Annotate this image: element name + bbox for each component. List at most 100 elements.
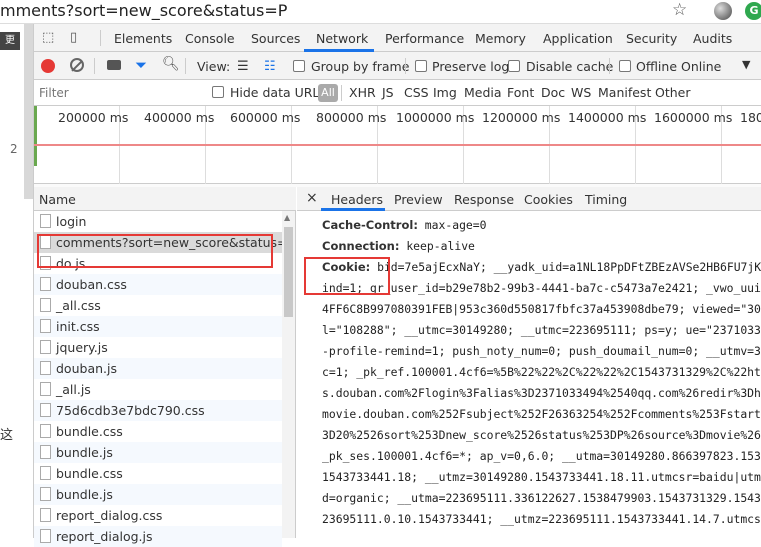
cookie-value-line: 3D20%2526sort%253Dnew_score%2526status%2… (322, 428, 761, 442)
filter-media[interactable]: Media (464, 85, 502, 100)
request-name: init.css (56, 319, 100, 334)
filter-doc[interactable]: Doc (541, 85, 565, 100)
tab-memory[interactable]: Memory (475, 31, 526, 46)
filter-input[interactable] (37, 83, 202, 103)
devtools-tabbar: ⬚ ▯ Elements Console Sources Network Per… (34, 24, 761, 52)
divider (405, 58, 406, 74)
tab-network[interactable]: Network (316, 31, 368, 46)
overview-waterfall-icon[interactable]: ☷ (264, 59, 276, 74)
file-icon (40, 319, 51, 333)
request-name: report_dialog.css (56, 508, 163, 523)
file-icon (40, 340, 51, 354)
file-icon (40, 445, 51, 459)
timeline-overview[interactable]: 200000 ms 400000 ms 600000 ms 800000 ms … (34, 106, 761, 184)
view-label: View: (197, 59, 231, 74)
device-toggle-icon[interactable]: ▯ (70, 30, 77, 45)
request-row[interactable]: 75d6cdb3e7bdc790.css (34, 400, 282, 421)
filter-other[interactable]: Other (655, 85, 691, 100)
tab-headers[interactable]: Headers (331, 192, 383, 207)
throttling-select[interactable]: Online (681, 59, 721, 74)
screenshot-camera-icon[interactable] (107, 60, 121, 70)
request-name: _all.css (56, 298, 101, 313)
name-column-header[interactable]: Name (34, 187, 296, 211)
large-rows-icon[interactable]: ☰ (237, 59, 249, 74)
request-name: bundle.js (56, 445, 113, 460)
file-icon (40, 361, 51, 375)
filter-css[interactable]: CSS (404, 85, 429, 100)
tab-cookies[interactable]: Cookies (524, 192, 573, 207)
request-row[interactable]: jquery.js (34, 337, 282, 358)
filter-all-button[interactable]: All (318, 84, 338, 102)
tab-response[interactable]: Response (454, 192, 514, 207)
record-icon[interactable] (41, 59, 55, 73)
filter-font[interactable]: Font (507, 85, 534, 100)
cookie-value-line: -profile-remind=1; push_noty_num=0; push… (322, 344, 761, 358)
filter-manifest[interactable]: Manifest (598, 85, 651, 100)
url-text[interactable]: mments?sort=new_score&status=P (0, 1, 287, 20)
timeline-tick-label: 400000 ms (144, 110, 215, 125)
cookie-value-line: c=1; _pk_ref.100001.4cf6=%5B%22%22%2C%22… (322, 365, 761, 379)
preserve-log-checkbox[interactable] (415, 60, 427, 72)
cookie-value-line: d=organic; __utma=223695111.336122627.15… (322, 491, 761, 505)
address-bar[interactable]: mments?sort=new_score&status=P ☆ G (0, 0, 761, 24)
extension-green-icon[interactable]: G (745, 2, 761, 20)
tab-console[interactable]: Console (185, 31, 235, 46)
file-icon (40, 403, 51, 417)
request-row[interactable]: bundle.css (34, 463, 282, 484)
file-icon (40, 382, 51, 396)
tab-timing[interactable]: Timing (585, 192, 627, 207)
filter-xhr[interactable]: XHR (349, 85, 376, 100)
scrollbar-thumb[interactable] (284, 227, 293, 317)
request-row[interactable]: bundle.css (34, 421, 282, 442)
timeline-tick-label: 1800 (740, 110, 761, 125)
filter-ws[interactable]: WS (571, 85, 591, 100)
disable-cache-checkbox[interactable] (508, 60, 520, 72)
timeline-tick-label: 1400000 ms (568, 110, 647, 125)
page-scrollbar[interactable] (24, 24, 33, 199)
tab-preview[interactable]: Preview (394, 192, 443, 207)
offline-checkbox[interactable] (619, 60, 631, 72)
inspect-element-icon[interactable]: ⬚ (42, 30, 54, 45)
request-row[interactable]: report_dialog.css (34, 505, 282, 526)
name-header-label: Name (39, 192, 76, 207)
request-row[interactable]: report_dialog.js (34, 526, 282, 547)
request-row[interactable]: init.css (34, 316, 282, 337)
tab-performance[interactable]: Performance (385, 31, 464, 46)
hide-data-urls-checkbox[interactable] (212, 86, 224, 98)
search-icon[interactable]: 🔍︎ (162, 56, 180, 72)
request-row[interactable]: douban.css (34, 274, 282, 295)
request-row[interactable]: bundle.js (34, 484, 282, 505)
tab-application[interactable]: Application (543, 31, 613, 46)
filter-funnel-icon[interactable]: ⏷ (135, 56, 147, 74)
cookie-value-line: 23695111.0.10.1543733441; __utmz=2236951… (322, 512, 761, 526)
request-list-scrollbar[interactable]: ▲ (282, 211, 295, 538)
extension-icon[interactable] (714, 2, 732, 20)
request-row[interactable]: login (34, 211, 282, 232)
request-name: douban.js (56, 361, 117, 376)
filter-img[interactable]: Img (433, 85, 457, 100)
request-row[interactable]: bundle.js (34, 442, 282, 463)
clear-icon[interactable] (70, 58, 84, 72)
tab-security[interactable]: Security (626, 31, 677, 46)
request-name: report_dialog.js (56, 529, 153, 544)
timeline-tick-label: 800000 ms (316, 110, 387, 125)
cookie-value-line: s.douban.com%2Flogin%3Falias%3D237103349… (322, 386, 761, 400)
tab-sources[interactable]: Sources (251, 31, 300, 46)
filter-bar: Hide data URLs All XHR JS CSS Img Media … (34, 80, 761, 106)
chevron-down-icon[interactable]: ▼ (742, 58, 750, 71)
request-row[interactable]: _all.js (34, 379, 282, 400)
scroll-up-icon[interactable]: ▲ (284, 213, 290, 222)
timeline-tick-label: 1600000 ms (654, 110, 733, 125)
filter-js[interactable]: JS (382, 85, 394, 100)
request-row[interactable]: _all.css (34, 295, 282, 316)
request-row[interactable]: douban.js (34, 358, 282, 379)
bookmark-star-icon[interactable]: ☆ (672, 0, 687, 20)
header-value: keep-alive (399, 239, 475, 253)
tab-elements[interactable]: Elements (114, 31, 172, 46)
close-icon[interactable]: × (306, 190, 318, 206)
header-value: max-age=0 (417, 218, 487, 232)
group-by-frame-checkbox[interactable] (293, 60, 305, 72)
tab-audits[interactable]: Audits (693, 31, 732, 46)
timeline-tick-label: 1000000 ms (396, 110, 475, 125)
divider (341, 85, 342, 101)
